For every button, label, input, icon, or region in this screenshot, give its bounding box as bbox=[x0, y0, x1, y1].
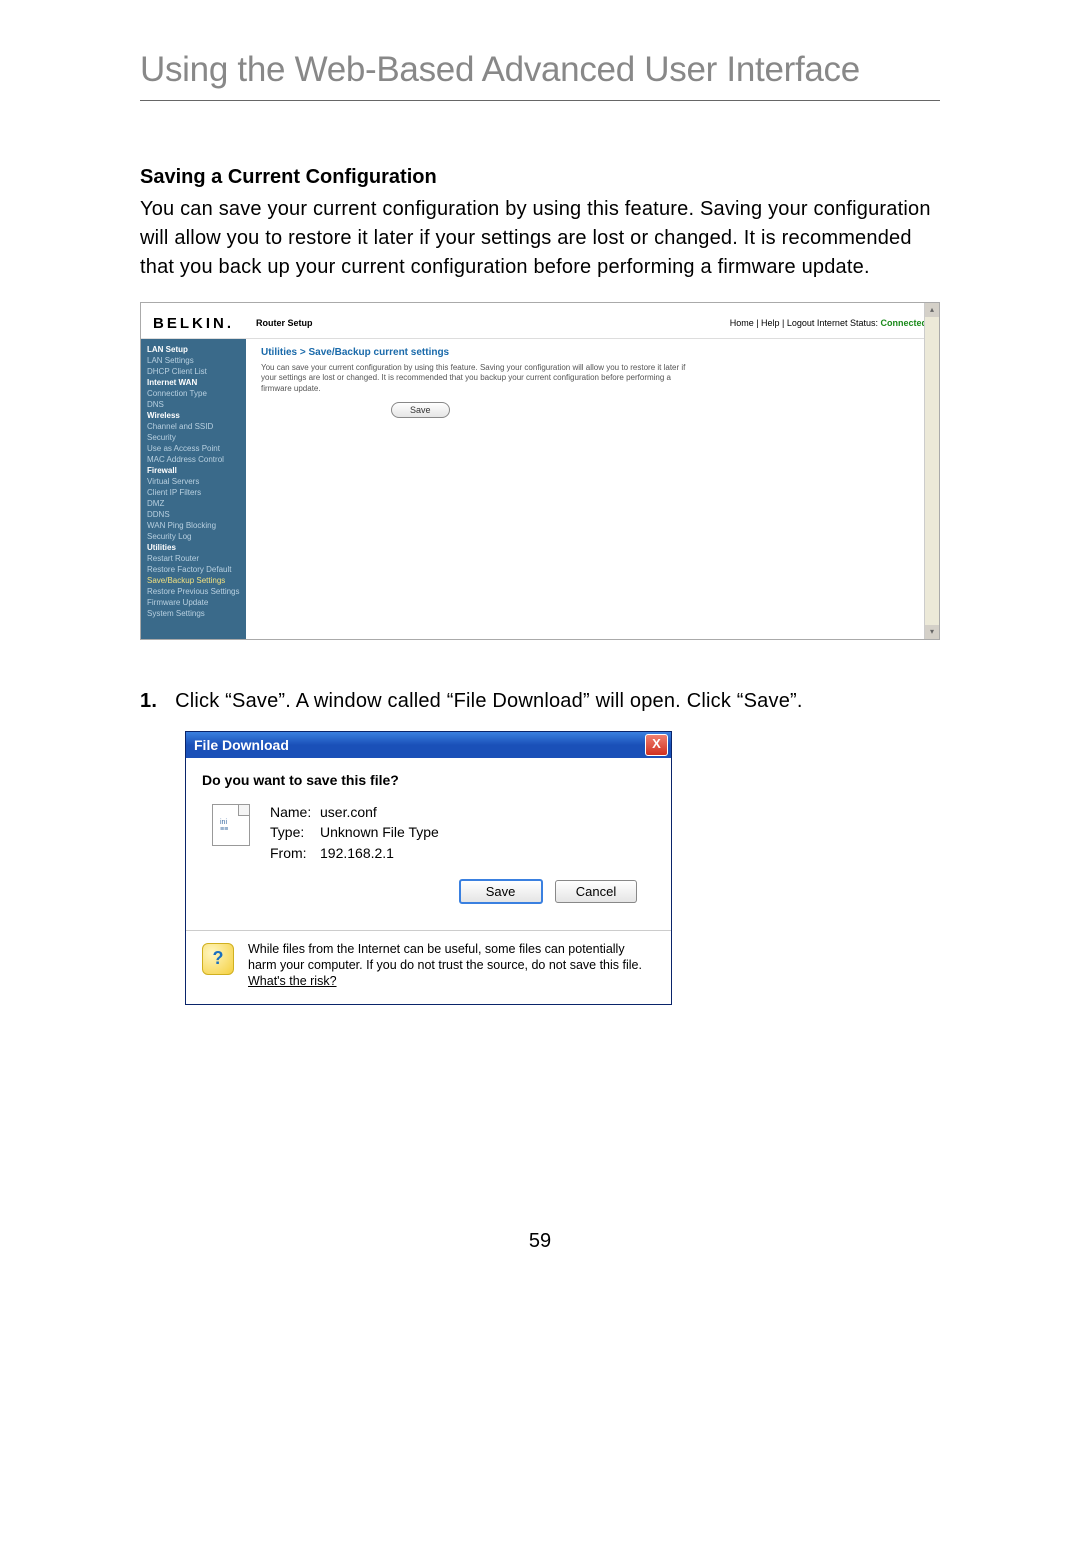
dialog-titlebar: File Download X bbox=[186, 732, 671, 758]
cancel-button[interactable]: Cancel bbox=[555, 880, 637, 903]
sidebar-item[interactable]: Wireless bbox=[141, 410, 246, 421]
dialog-question: Do you want to save this file? bbox=[202, 772, 655, 788]
sidebar-item[interactable]: Security Log bbox=[141, 531, 246, 542]
file-source: 192.168.2.1 bbox=[320, 845, 394, 861]
sidebar-item[interactable]: Firewall bbox=[141, 465, 246, 476]
sidebar-item[interactable]: Utilities bbox=[141, 542, 246, 553]
save-button[interactable]: Save bbox=[459, 879, 543, 904]
step-number: 1. bbox=[140, 690, 157, 712]
sidebar-item[interactable]: DNS bbox=[141, 399, 246, 410]
sidebar-item[interactable]: LAN Setup bbox=[141, 344, 246, 355]
sidebar-item[interactable]: Channel and SSID bbox=[141, 421, 246, 432]
dialog-footer: ? While files from the Internet can be u… bbox=[186, 930, 671, 1004]
sidebar-item[interactable]: Firmware Update bbox=[141, 597, 246, 608]
sidebar-item[interactable]: Security bbox=[141, 432, 246, 443]
connection-status: Connected bbox=[880, 318, 927, 328]
sidebar-item[interactable]: Save/Backup Settings bbox=[141, 575, 246, 586]
title-rule bbox=[140, 100, 940, 101]
sidebar-item[interactable]: Internet WAN bbox=[141, 377, 246, 388]
sidebar-item[interactable]: Use as Access Point bbox=[141, 443, 246, 454]
body-text: You can save your current configuration … bbox=[140, 195, 940, 282]
sidebar-item[interactable]: Restore Previous Settings bbox=[141, 586, 246, 597]
sidebar-item[interactable]: Virtual Servers bbox=[141, 476, 246, 487]
brand-logo: BELKIN. bbox=[153, 315, 231, 332]
router-main: Utilities > Save/Backup current settings… bbox=[246, 339, 939, 639]
breadcrumb: Utilities > Save/Backup current settings bbox=[261, 347, 924, 358]
dialog-title: File Download bbox=[194, 737, 289, 753]
file-meta: Name:user.conf Type:Unknown File Type Fr… bbox=[270, 802, 439, 863]
file-name: user.conf bbox=[320, 804, 377, 820]
file-download-dialog: File Download X Do you want to save this… bbox=[185, 731, 672, 1005]
router-description: You can save your current configuration … bbox=[261, 363, 701, 394]
page-number: 59 bbox=[140, 1230, 940, 1253]
section-heading: Saving a Current Configuration bbox=[140, 166, 940, 189]
router-ui-screenshot: ▴ ▾ BELKIN. Router Setup Home | Help | L… bbox=[140, 302, 940, 640]
router-header: BELKIN. Router Setup Home | Help | Logou… bbox=[141, 303, 939, 339]
sidebar-item[interactable]: DMZ bbox=[141, 498, 246, 509]
sidebar-item[interactable]: System Settings bbox=[141, 608, 246, 619]
router-status: Home | Help | Logout Internet Status: Co… bbox=[730, 318, 927, 328]
file-type: Unknown File Type bbox=[320, 824, 439, 840]
sidebar-item[interactable]: DHCP Client List bbox=[141, 366, 246, 377]
step-text: Click “Save”. A window called “File Down… bbox=[175, 690, 803, 712]
warning-icon: ? bbox=[202, 943, 234, 975]
step-1: 1. Click “Save”. A window called “File Do… bbox=[140, 690, 940, 713]
risk-link[interactable]: What's the risk? bbox=[248, 974, 337, 988]
footer-text: While files from the Internet can be use… bbox=[248, 942, 642, 972]
sidebar-item[interactable]: Connection Type bbox=[141, 388, 246, 399]
sidebar-item[interactable]: Restore Factory Default bbox=[141, 564, 246, 575]
router-subtitle: Router Setup bbox=[256, 318, 313, 328]
sidebar-item[interactable]: Client IP Filters bbox=[141, 487, 246, 498]
router-sidebar: LAN SetupLAN SettingsDHCP Client ListInt… bbox=[141, 339, 246, 639]
sidebar-item[interactable]: DDNS bbox=[141, 509, 246, 520]
sidebar-item[interactable]: LAN Settings bbox=[141, 355, 246, 366]
sidebar-item[interactable]: MAC Address Control bbox=[141, 454, 246, 465]
file-icon: ini≡≡ bbox=[212, 804, 250, 846]
save-button[interactable]: Save bbox=[391, 402, 450, 418]
close-icon[interactable]: X bbox=[645, 734, 668, 756]
page-title: Using the Web-Based Advanced User Interf… bbox=[140, 50, 940, 90]
sidebar-item[interactable]: Restart Router bbox=[141, 553, 246, 564]
sidebar-item[interactable]: WAN Ping Blocking bbox=[141, 520, 246, 531]
scroll-up-icon[interactable]: ▴ bbox=[925, 303, 939, 317]
